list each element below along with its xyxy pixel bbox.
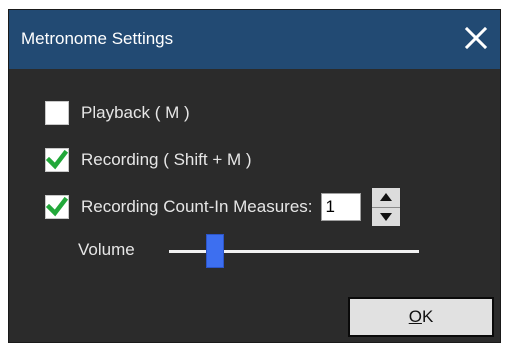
dialog-title: Metronome Settings (21, 29, 174, 48)
close-icon (464, 26, 488, 50)
playback-option-row: Playback ( M ) (45, 99, 190, 127)
spin-up-button[interactable] (371, 188, 400, 207)
count-in-option-row: Recording Count-In Measures: (45, 187, 401, 227)
ok-label-rest: K (421, 307, 434, 326)
recording-checkbox[interactable] (45, 148, 69, 172)
checkmark-icon (46, 149, 68, 170)
count-in-label: Recording Count-In Measures: (81, 197, 313, 216)
playback-label: Playback ( M ) (81, 103, 190, 122)
volume-slider[interactable] (169, 234, 419, 268)
title-bar: Metronome Settings (9, 10, 500, 69)
ok-button[interactable]: OK (348, 297, 494, 337)
count-in-spinner (370, 187, 401, 227)
metronome-settings-dialog: Metronome Settings Playback ( M ) Record… (8, 9, 501, 343)
count-in-checkbox[interactable] (45, 195, 69, 219)
close-button[interactable] (458, 20, 494, 56)
ok-mnemonic: O (408, 307, 422, 326)
recording-label: Recording ( Shift + M ) (81, 150, 252, 169)
triangle-up-icon (379, 193, 392, 202)
playback-checkbox[interactable] (45, 101, 69, 125)
checkmark-icon (46, 196, 68, 217)
spin-down-button[interactable] (371, 206, 400, 226)
volume-label: Volume (78, 240, 135, 259)
count-in-measures-input[interactable] (320, 193, 361, 221)
triangle-down-icon (379, 212, 392, 221)
recording-option-row: Recording ( Shift + M ) (45, 146, 252, 174)
volume-slider-thumb[interactable] (206, 234, 224, 268)
